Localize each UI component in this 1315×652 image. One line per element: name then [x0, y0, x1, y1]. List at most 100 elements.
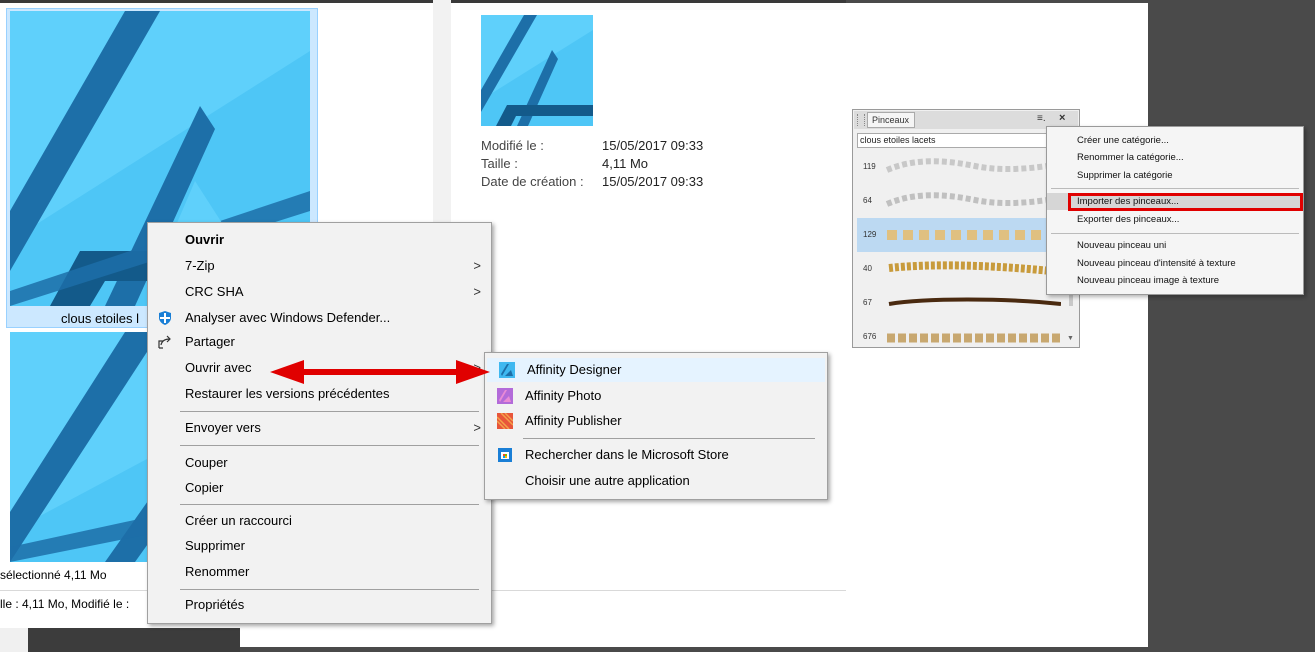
brush-size-label: 64 [863, 196, 872, 205]
share-icon [157, 334, 173, 350]
menu-item-new-image-brush[interactable]: Nouveau pinceau image à texture [1047, 272, 1303, 289]
brush-row[interactable]: 40 [857, 252, 1065, 286]
menu-item-delete[interactable]: Supprimer [148, 534, 491, 558]
brush-stroke-preview [885, 158, 1061, 173]
menu-item-send-to[interactable]: Envoyer vers > [148, 416, 491, 440]
highlight-annotation-box [1068, 193, 1303, 211]
menu-item-label: Supprimer [185, 538, 245, 553]
menu-item-microsoft-store[interactable]: Rechercher dans le Microsoft Store [485, 443, 827, 467]
menu-item-affinity-photo[interactable]: Affinity Photo [485, 384, 827, 408]
menu-item-label: Propriétés [185, 597, 245, 612]
menu-separator [1051, 188, 1299, 189]
brush-row[interactable]: 64 [857, 184, 1065, 218]
menu-item-label: Supprimer la catégorie [1077, 170, 1173, 181]
menu-separator [523, 438, 815, 439]
brush-size-label: 129 [863, 230, 877, 239]
menu-item-choose-app[interactable]: Choisir une autre application [485, 469, 827, 493]
menu-item-label: Ouvrir [185, 232, 225, 247]
menu-item-label: Affinity Designer [527, 362, 622, 377]
menu-item-crc-sha[interactable]: CRC SHA > [148, 280, 491, 304]
menu-separator [180, 504, 479, 505]
menu-item-label: Renommer [185, 564, 250, 579]
size-label: Taille : [481, 156, 518, 171]
size-value: 4,11 Mo [602, 156, 649, 171]
brush-size-label: 40 [863, 264, 872, 273]
menu-item-label: Renommer la catégorie... [1077, 152, 1184, 163]
menu-separator [180, 445, 479, 446]
modified-label: Modifié le : [481, 138, 544, 153]
menu-item-create-shortcut[interactable]: Créer un raccourci [148, 509, 491, 533]
menu-item-label: Nouveau pinceau uni [1077, 240, 1167, 251]
menu-item-export-brushes[interactable]: Exporter des pinceaux... [1047, 211, 1303, 228]
brush-row-selected[interactable]: 129 [857, 218, 1065, 252]
menu-item-label: Choisir une autre application [525, 473, 690, 488]
menu-item-label: Partager [185, 334, 235, 349]
affinity-photo-icon [497, 388, 513, 404]
menu-item-open[interactable]: Ouvrir [148, 228, 491, 252]
context-menu: Ouvrir 7-Zip > CRC SHA > Analyser avec Win… [147, 222, 492, 624]
panel-menu-icon[interactable]: ≡. [1037, 113, 1046, 124]
brush-stroke-preview [888, 297, 1061, 306]
chevron-right-icon: > [473, 284, 481, 299]
chevron-right-icon: > [473, 258, 481, 273]
menu-item-affinity-designer[interactable]: Affinity Designer [487, 358, 825, 382]
menu-item-label: Affinity Photo [525, 388, 602, 403]
tab-brushes[interactable]: Pinceaux [867, 112, 915, 128]
menu-item-share[interactable]: Partager [148, 330, 491, 354]
brush-size-label: 119 [863, 162, 876, 171]
menu-item-label: Exporter des pinceaux... [1077, 214, 1180, 225]
menu-item-label: 7-Zip [185, 258, 215, 273]
menu-item-create-category[interactable]: Créer une catégorie... [1047, 132, 1303, 149]
menu-item-affinity-publisher[interactable]: Affinity Publisher [485, 409, 827, 433]
menu-item-label: Créer une catégorie... [1077, 135, 1169, 146]
menu-item-delete-category[interactable]: Supprimer la catégorie [1047, 167, 1303, 184]
menu-item-new-intensity-brush[interactable]: Nouveau pinceau d'intensité à texture [1047, 255, 1303, 272]
preview-thumbnail [481, 15, 593, 126]
brush-size-label: 67 [863, 298, 872, 307]
menu-item-label: Envoyer vers [185, 420, 261, 435]
menu-item-label: Analyser avec Windows Defender... [185, 310, 391, 325]
scroll-down-icon[interactable]: ▼ [1067, 335, 1074, 342]
menu-item-new-solid-brush[interactable]: Nouveau pinceau uni [1047, 237, 1303, 254]
menu-item-label: Affinity Publisher [525, 413, 622, 428]
brush-row[interactable]: 67 [857, 286, 1065, 320]
menu-separator [1051, 233, 1299, 234]
menu-item-label: CRC SHA [185, 284, 244, 299]
status-details: lle : 4,11 Mo, Modifié le : [0, 597, 130, 611]
menu-separator [180, 411, 479, 412]
menu-item-label: Nouveau pinceau image à texture [1077, 275, 1220, 286]
brush-row[interactable]: 676 [857, 320, 1065, 354]
created-label: Date de création : [481, 174, 584, 189]
brush-stroke-preview [887, 333, 1061, 343]
affinity-publisher-icon [496, 412, 514, 430]
brush-row[interactable]: 119 [857, 150, 1065, 184]
menu-item-rename[interactable]: Renommer [148, 560, 491, 584]
menu-item-defender[interactable]: Analyser avec Windows Defender... [148, 306, 491, 330]
windows-defender-icon [157, 310, 173, 326]
microsoft-store-icon [497, 447, 513, 463]
menu-item-7zip[interactable]: 7-Zip > [148, 254, 491, 278]
file-name-label: clous etoiles l [61, 311, 140, 326]
close-icon[interactable]: × [1059, 112, 1065, 124]
double-arrow-annotation [270, 360, 490, 384]
taskbar-dark [28, 628, 240, 652]
menu-item-cut[interactable]: Couper [148, 451, 491, 475]
window-top-border [0, 0, 846, 3]
chevron-right-icon: > [473, 420, 481, 435]
brush-stroke-preview [888, 261, 1061, 276]
menu-item-label: Rechercher dans le Microsoft Store [525, 447, 729, 462]
menu-separator [180, 589, 479, 590]
drag-handle-icon[interactable] [857, 114, 865, 126]
modified-value: 15/05/2017 09:33 [602, 138, 704, 153]
menu-item-label: Couper [185, 455, 228, 470]
brush-category-select[interactable]: clous etoiles lacets [857, 133, 1053, 148]
menu-item-rename-category[interactable]: Renommer la catégorie... [1047, 149, 1303, 166]
menu-item-label: Copier [185, 480, 224, 495]
status-selected: sélectionné 4,11 Mo [0, 568, 107, 582]
menu-item-label: Nouveau pinceau d'intensité à texture [1077, 258, 1236, 269]
affinity-designer-icon [499, 362, 515, 378]
menu-item-properties[interactable]: Propriétés [148, 593, 491, 617]
menu-item-label: Créer un raccourci [185, 513, 292, 528]
brush-stroke-preview [887, 230, 1061, 240]
menu-item-copy[interactable]: Copier [148, 476, 491, 500]
